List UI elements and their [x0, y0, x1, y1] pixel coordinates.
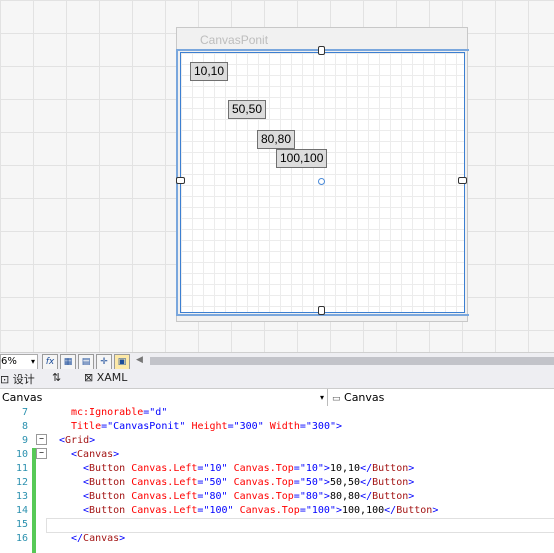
design-icon: ⊡ [0, 373, 10, 386]
resize-handle-left[interactable] [176, 177, 185, 184]
tab-xaml-label: XAML [96, 371, 128, 384]
line-number: 11 [15, 463, 28, 474]
tab-xaml[interactable]: ⊠ XAML [84, 371, 127, 384]
line-number: 15 [15, 519, 28, 530]
center-anchor [318, 178, 325, 185]
line-number: 16 [15, 533, 28, 544]
code-line[interactable]: 11 <Button Canvas.Left="10" Canvas.Top="1… [0, 462, 554, 476]
swap-panes-button[interactable]: ⇅ [52, 371, 61, 384]
line-number: 9 [21, 435, 28, 446]
left-selector[interactable]: Canvas ▾ [0, 389, 328, 406]
page-icon[interactable]: ▣ [114, 354, 130, 370]
scroll-left-icon[interactable]: ◀ [136, 355, 143, 365]
code-line[interactable]: 8 Title="CanvasPonit" Height="300" Width=… [0, 420, 554, 434]
code-text: <Button Canvas.Left="100" Canvas.Top="10… [83, 505, 439, 516]
canvas-button-80[interactable]: 80,80 [257, 130, 296, 149]
line-number: 12 [15, 477, 28, 488]
line-number: 10 [15, 449, 28, 460]
xaml-icon: ⊠ [84, 371, 94, 384]
element-icon: ▭ [332, 394, 341, 404]
resize-handle-bottom[interactable] [318, 306, 325, 315]
code-line[interactable]: 10 <Canvas> [0, 448, 554, 462]
window-title: CanvasPonit [200, 33, 269, 47]
canvas-button-50[interactable]: 50,50 [228, 100, 267, 119]
line-number: 14 [15, 505, 28, 516]
snap-icon[interactable]: ✛ [96, 354, 112, 370]
code-text: </Canvas> [71, 533, 126, 544]
code-text: <Canvas> [71, 449, 120, 460]
designer-surface[interactable]: CanvasPonit 10,10 50,50 80,80 100,100 [0, 0, 554, 352]
code-text: <Button Canvas.Left="80" Canvas.Top="80"… [83, 491, 415, 502]
view-tabs: ⊡ 设计 ⇅ ⊠ XAML [0, 369, 554, 388]
chevron-down-icon: ▾ [30, 357, 35, 366]
code-text: <Button Canvas.Left="50" Canvas.Top="50"… [83, 477, 415, 488]
designer-toolbar: 6% ▾ fx ▦ ▤ ✛ ▣ ◀ [0, 352, 554, 370]
code-line[interactable]: 12 <Button Canvas.Left="50" Canvas.Top="5… [0, 476, 554, 490]
resize-handle-right[interactable] [458, 177, 467, 184]
formula-icon[interactable]: fx [42, 354, 58, 370]
code-text: <Button Canvas.Left="10" Canvas.Top="10"… [83, 463, 415, 474]
horizontal-scrollbar[interactable] [150, 357, 554, 365]
right-selector-value: Canvas [344, 391, 385, 404]
line-number: 13 [15, 491, 28, 502]
code-text: <Grid> [59, 435, 96, 446]
left-selector-value: Canvas [2, 391, 43, 404]
code-line[interactable]: 15 [0, 518, 554, 532]
code-line[interactable]: 16 </Canvas> [0, 532, 554, 546]
canvas-button-10[interactable]: 10,10 [190, 62, 229, 81]
grid-dots-icon[interactable]: ▤ [78, 354, 94, 370]
code-line[interactable]: 14 <Button Canvas.Left="100" Canvas.Top="… [0, 504, 554, 518]
element-selector-bar: Canvas ▾ ▭ Canvas [0, 388, 554, 407]
code-line[interactable]: 9 <Grid> [0, 434, 554, 448]
zoom-select[interactable]: 6% ▾ [0, 354, 38, 370]
zoom-value: 6% [1, 356, 17, 367]
line-number: 7 [21, 407, 28, 418]
tab-design[interactable]: ⊡ 设计 [0, 371, 35, 387]
xaml-editor[interactable]: − − 7 mc:Ignorable="d" 8 Title="CanvasPonit… [0, 406, 554, 553]
tab-design-label: 设计 [12, 373, 35, 386]
canvas-button-100[interactable]: 100,100 [276, 149, 328, 168]
grid-icon[interactable]: ▦ [60, 354, 76, 370]
line-number: 8 [21, 421, 28, 432]
code-line[interactable]: 13 <Button Canvas.Left="80" Canvas.Top="8… [0, 490, 554, 504]
code-text: mc:Ignorable="d" [71, 407, 168, 418]
code-text: Title="CanvasPonit" Height="300" Width="… [71, 421, 343, 432]
code-line[interactable]: 7 mc:Ignorable="d" [0, 406, 554, 420]
resize-handle-top[interactable] [318, 46, 325, 55]
right-selector[interactable]: ▭ Canvas [332, 389, 554, 406]
chevron-down-icon: ▾ [319, 393, 324, 402]
